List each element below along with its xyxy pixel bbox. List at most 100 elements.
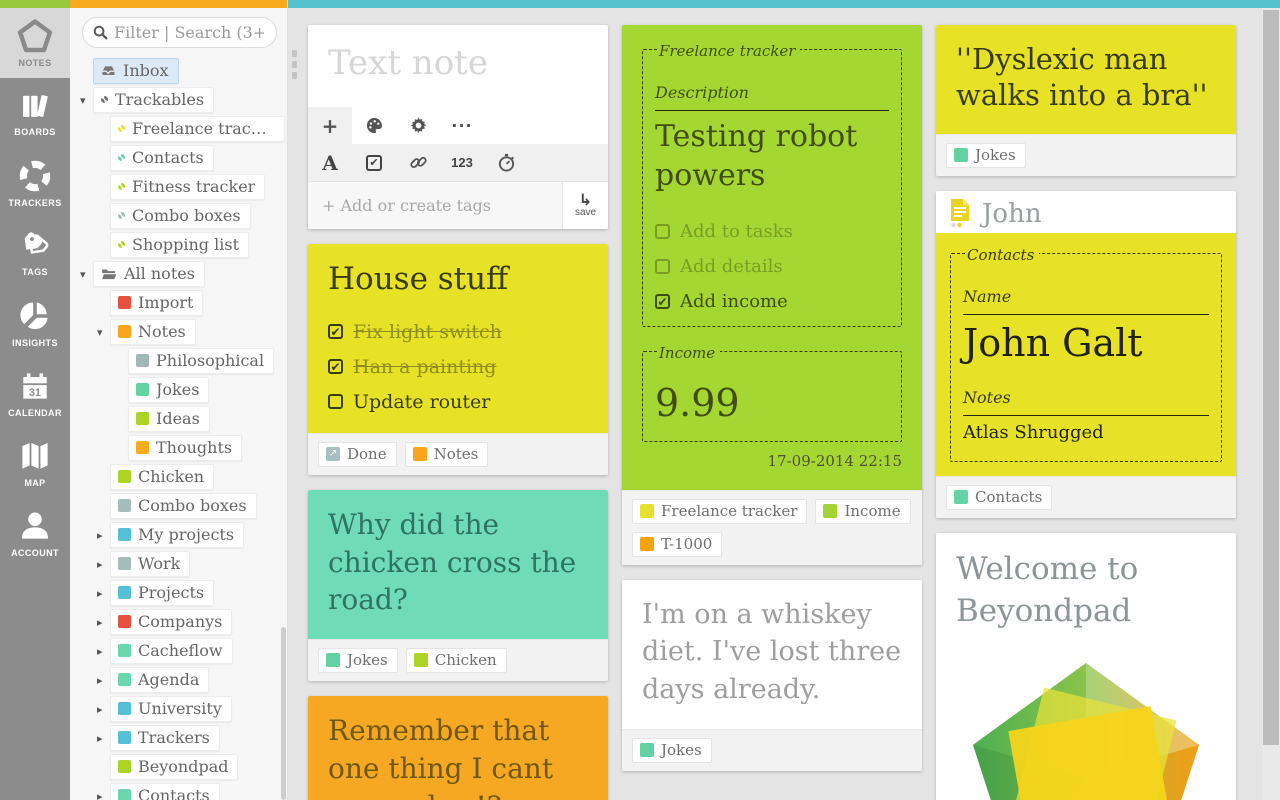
- tree-scrollbar[interactable]: [281, 627, 286, 800]
- checklist-item[interactable]: Add to tasks: [655, 221, 889, 242]
- note-card-dyslexic-joke[interactable]: ''Dyslexic man walks into a bra'' Jokes: [936, 25, 1236, 176]
- tag-color-swatch: [823, 504, 837, 518]
- note-card-john-contact[interactable]: John Contacts Name John Galt Notes Atlas…: [936, 191, 1236, 519]
- board-scrollbar-thumb[interactable]: [1263, 10, 1279, 745]
- sidebar-item-my-projects[interactable]: ▸ My projects: [70, 521, 287, 550]
- sidebar-item-work[interactable]: ▸ Work: [70, 550, 287, 579]
- chevron-right-icon[interactable]: ▸: [97, 732, 110, 745]
- chevron-right-icon[interactable]: ▸: [97, 703, 110, 716]
- note-card-welcome[interactable]: Welcome to Beyondpad: [936, 533, 1236, 800]
- sidebar-item-chicken[interactable]: Chicken: [70, 463, 287, 492]
- rail-item-boards[interactable]: BOARDS: [0, 78, 70, 148]
- checkbox-checked-icon[interactable]: ✔: [328, 324, 343, 339]
- note-tag-done[interactable]: ↗Done: [318, 442, 397, 467]
- note-tag-jokes[interactable]: Jokes: [318, 648, 398, 673]
- timer-icon[interactable]: [484, 153, 528, 172]
- tag-color-swatch: [118, 673, 131, 686]
- tags-input[interactable]: + Add or create tags: [308, 182, 562, 229]
- income-legend: Income: [657, 344, 720, 362]
- sidebar-item-freelance-tracker[interactable]: Freelance track...: [70, 115, 287, 144]
- chevron-down-icon[interactable]: ▾: [80, 268, 93, 281]
- rail-item-trackers[interactable]: TRACKERS: [0, 148, 70, 218]
- sidebar-item-jokes[interactable]: Jokes: [70, 376, 287, 405]
- tag-color-swatch: [414, 653, 428, 667]
- sidebar-item-shopping-list[interactable]: Shopping list: [70, 231, 287, 260]
- note-tag-jokes[interactable]: Jokes: [946, 143, 1026, 168]
- checklist-item[interactable]: Add details: [655, 256, 889, 277]
- chevron-right-icon[interactable]: ▸: [97, 587, 110, 600]
- more-options-icon[interactable]: ...: [440, 107, 484, 144]
- sidebar-item-contacts[interactable]: ▸ Contacts: [70, 782, 287, 800]
- note-title-input[interactable]: Text note: [308, 25, 608, 107]
- rail-item-map[interactable]: MAP: [0, 428, 70, 498]
- sidebar-item-trackers[interactable]: ▸ Trackers: [70, 724, 287, 753]
- chevron-right-icon[interactable]: ▸: [97, 558, 110, 571]
- search-box[interactable]: [82, 17, 277, 48]
- note-tag-contacts[interactable]: Contacts: [946, 485, 1052, 510]
- sidebar-item-contacts-tracker[interactable]: Contacts: [70, 144, 287, 173]
- rail-item-calendar[interactable]: 31 CALENDAR: [0, 358, 70, 428]
- rail-label: TAGS: [22, 267, 48, 277]
- checklist-item[interactable]: ✔Fix light switch: [328, 321, 588, 343]
- link-icon[interactable]: [396, 153, 440, 172]
- note-tag-t1000[interactable]: T-1000: [632, 532, 722, 557]
- chevron-right-icon[interactable]: ▸: [97, 616, 110, 629]
- sidebar-item-ideas[interactable]: Ideas: [70, 405, 287, 434]
- chevron-right-icon[interactable]: ▸: [97, 674, 110, 687]
- save-button[interactable]: ↳ save: [562, 182, 608, 229]
- note-tag-chicken[interactable]: Chicken: [406, 648, 507, 673]
- checklist-item[interactable]: Update router: [328, 391, 588, 413]
- board-scrollbar-track[interactable]: [1262, 8, 1280, 800]
- palette-icon[interactable]: [352, 107, 396, 144]
- chevron-right-icon[interactable]: ▸: [97, 790, 110, 800]
- checkbox-checked-icon[interactable]: ✔: [655, 294, 670, 309]
- sidebar-item-trackables[interactable]: ▾ Trackables: [70, 86, 287, 115]
- sidebar-item-notes-tag[interactable]: ▾ Notes: [70, 318, 287, 347]
- sidebar-item-companys[interactable]: ▸ Companys: [70, 608, 287, 637]
- rail-item-tags[interactable]: TAGS: [0, 218, 70, 288]
- rail-item-insights[interactable]: INSIGHTS: [0, 288, 70, 358]
- sidebar-item-agenda[interactable]: ▸ Agenda: [70, 666, 287, 695]
- note-card-house-stuff[interactable]: House stuff ✔Fix light switch ✔Han a pai…: [308, 244, 608, 475]
- note-card-remember[interactable]: Remember that one thing I cant remember!…: [308, 696, 608, 800]
- checkbox-unchecked-icon[interactable]: [328, 394, 343, 409]
- sidebar-item-projects[interactable]: ▸ Projects: [70, 579, 287, 608]
- sidebar-item-fitness-tracker[interactable]: Fitness tracker: [70, 173, 287, 202]
- checkbox-unchecked-icon[interactable]: [655, 259, 670, 274]
- sidebar-item-cacheflow[interactable]: ▸ Cacheflow: [70, 637, 287, 666]
- rail-item-account[interactable]: ACCOUNT: [0, 498, 70, 568]
- gear-icon[interactable]: [396, 107, 440, 144]
- sidebar-item-all-notes[interactable]: ▾ All notes: [70, 260, 287, 289]
- note-card-whiskey-joke[interactable]: I'm on a whiskey diet. I've lost three d…: [622, 580, 922, 771]
- checkbox-insert-icon[interactable]: ✔: [352, 155, 396, 171]
- sidebar-item-inbox[interactable]: Inbox: [70, 57, 287, 86]
- sidebar-item-combo-boxes[interactable]: Combo boxes: [70, 492, 287, 521]
- note-card-freelance-tracker[interactable]: Freelance tracker Description Testing ro…: [622, 25, 922, 565]
- text-format-icon[interactable]: A: [308, 151, 352, 175]
- note-card-chicken-joke[interactable]: Why did the chicken cross the road? Joke…: [308, 490, 608, 681]
- sidebar-item-thoughts[interactable]: Thoughts: [70, 434, 287, 463]
- sidebar-item-philosophical[interactable]: Philosophical: [70, 347, 287, 376]
- checkbox-checked-icon[interactable]: ✔: [328, 359, 343, 374]
- chevron-right-icon[interactable]: ▸: [97, 645, 110, 658]
- chevron-down-icon[interactable]: ▾: [80, 94, 93, 107]
- note-tag-freelance-tracker[interactable]: Freelance tracker: [632, 499, 807, 524]
- checklist-item[interactable]: ✔Han a painting: [328, 356, 588, 378]
- number-insert-icon[interactable]: 123: [440, 155, 484, 170]
- save-return-icon: ↳: [579, 193, 592, 207]
- sidebar-item-combo-boxes-tracker[interactable]: Combo boxes: [70, 202, 287, 231]
- sidebar-item-university[interactable]: ▸ University: [70, 695, 287, 724]
- chevron-right-icon[interactable]: ▸: [97, 529, 110, 542]
- add-content-tab[interactable]: +: [308, 107, 352, 144]
- note-tag-jokes[interactable]: Jokes: [632, 738, 712, 763]
- checklist-item[interactable]: ✔Add income: [655, 291, 889, 312]
- chevron-down-icon[interactable]: ▾: [97, 326, 110, 339]
- note-tag-income[interactable]: Income: [815, 499, 910, 524]
- sidebar-item-import[interactable]: Import: [70, 289, 287, 318]
- search-input[interactable]: [114, 23, 264, 42]
- checkbox-unchecked-icon[interactable]: [655, 224, 670, 239]
- note-tag-notes[interactable]: Notes: [405, 442, 489, 467]
- panel-resize-handle[interactable]: [292, 50, 297, 79]
- rail-item-notes[interactable]: NOTES: [0, 8, 70, 78]
- sidebar-item-beyondpad[interactable]: Beyondpad: [70, 753, 287, 782]
